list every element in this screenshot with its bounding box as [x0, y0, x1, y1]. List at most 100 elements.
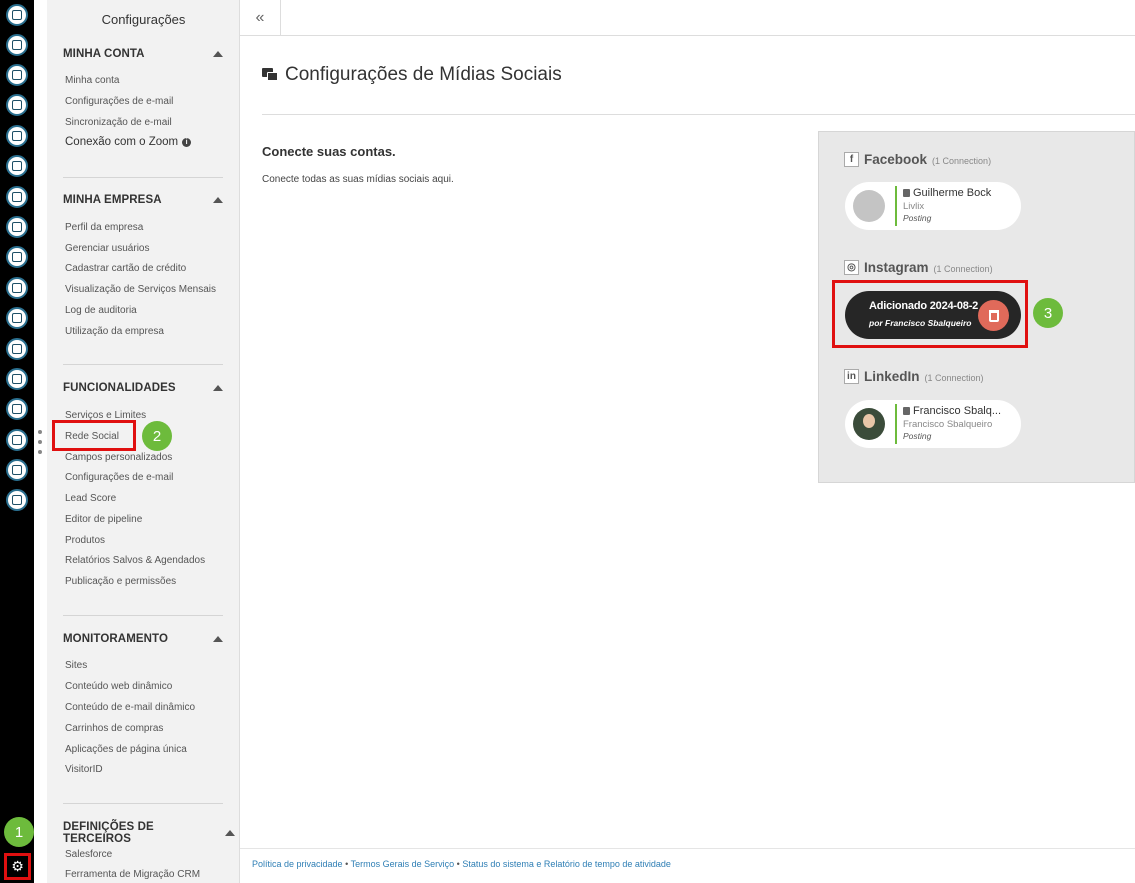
nav-configuracoes-email-2[interactable]: Configurações de e-mail	[65, 472, 173, 483]
separator: •	[345, 859, 349, 869]
nav-salesforce[interactable]: Salesforce	[65, 849, 112, 860]
terms-link[interactable]: Termos Gerais de Serviço	[351, 859, 455, 869]
collapse-caret-icon[interactable]	[213, 197, 223, 203]
nav-conteudo-email[interactable]: Conteúdo de e-mail dinâmico	[65, 702, 195, 713]
status-bar	[895, 186, 897, 226]
connection-status: Posting	[903, 213, 932, 223]
status-bar	[895, 404, 897, 444]
network-name[interactable]: LinkedIn	[864, 369, 920, 384]
divider	[63, 177, 223, 178]
network-name[interactable]: Instagram	[864, 260, 929, 275]
collapse-caret-icon[interactable]	[225, 830, 235, 836]
flow-icon[interactable]	[6, 125, 28, 147]
connect-title: Conecte suas contas.	[262, 144, 396, 159]
thumbs-up-icon[interactable]	[6, 246, 28, 268]
bookmark-icon	[903, 189, 910, 197]
images-icon[interactable]	[6, 277, 28, 299]
nav-minha-conta[interactable]: Minha conta	[65, 75, 119, 86]
section-minha-empresa[interactable]: MINHA EMPRESA	[63, 194, 223, 206]
section-minha-conta[interactable]: MINHA CONTA	[63, 48, 223, 60]
collapse-caret-icon[interactable]	[213, 636, 223, 642]
nav-migracao-crm[interactable]: Ferramenta de Migração CRM	[65, 869, 200, 880]
nav-aplicacoes-pagina-unica[interactable]: Aplicações de página única	[65, 744, 187, 755]
nav-publicacao-permissoes[interactable]: Publicação e permissões	[65, 576, 176, 587]
status-link[interactable]: Status do sistema e Relatório de tempo d…	[462, 859, 671, 869]
collapse-caret-icon[interactable]	[213, 51, 223, 57]
map-icon[interactable]	[6, 94, 28, 116]
highlight-instagram	[832, 280, 1028, 348]
connection-org: Livlix	[903, 201, 925, 212]
avatar	[853, 190, 885, 222]
nav-conteudo-web[interactable]: Conteúdo web dinâmico	[65, 681, 172, 692]
privacy-link[interactable]: Política de privacidade	[252, 859, 343, 869]
connection-name-text: Francisco Sbalq...	[913, 405, 1002, 417]
list-icon[interactable]	[6, 155, 28, 177]
collapse-sidebar-button[interactable]: «	[240, 0, 281, 36]
step-badge-3: 3	[1033, 298, 1063, 328]
connection-count: (1 Connection)	[933, 264, 993, 274]
instagram-icon[interactable]: ◎	[844, 260, 859, 275]
add-user-icon[interactable]	[6, 429, 28, 451]
separator: •	[456, 859, 460, 869]
nav-carrinhos[interactable]: Carrinhos de compras	[65, 723, 163, 734]
nav-servicos-mensais[interactable]: Visualização de Serviços Mensais	[65, 284, 216, 295]
trend-icon[interactable]	[6, 368, 28, 390]
linkedin-icon[interactable]: in	[844, 369, 859, 384]
nav-relatorios-salvos[interactable]: Relatórios Salvos & Agendados	[65, 555, 205, 566]
section-definicoes-terceiros[interactable]: DEFINIÇÕES DE TERCEIROS	[63, 821, 235, 845]
nav-sites[interactable]: Sites	[65, 660, 87, 671]
facebook-icon[interactable]: f	[844, 152, 859, 167]
facebook-connection-card[interactable]: Guilherme Bock Livlix Posting	[845, 182, 1021, 230]
person-icon	[903, 407, 910, 415]
section-heading: MONITORAMENTO	[63, 633, 169, 645]
nav-cadastrar-cartao[interactable]: Cadastrar cartão de crédito	[65, 263, 186, 274]
nav-sincronizacao-email[interactable]: Sincronização de e-mail	[65, 117, 172, 128]
section-monitoramento[interactable]: MONITORAMENTO	[63, 633, 223, 645]
section-funcionalidades[interactable]: FUNCIONALIDADES	[63, 382, 223, 394]
nav-lead-score[interactable]: Lead Score	[65, 493, 116, 504]
footer-links: Política de privacidade • Termos Gerais …	[252, 859, 671, 869]
handshake-icon[interactable]	[6, 338, 28, 360]
plugin-icon[interactable]	[6, 489, 28, 511]
nav-log-auditoria[interactable]: Log de auditoria	[65, 305, 137, 316]
page-title: Configurações de Mídias Sociais	[262, 64, 562, 86]
megaphone-icon[interactable]	[6, 186, 28, 208]
face-icon[interactable]	[6, 216, 28, 238]
nav-configuracoes-email[interactable]: Configurações de e-mail	[65, 96, 173, 107]
support-icon[interactable]	[6, 398, 28, 420]
nav-conexao-zoom[interactable]: Conexão com o Zoom i	[65, 136, 192, 148]
info-icon[interactable]: i	[182, 137, 192, 147]
nav-utilizacao-empresa[interactable]: Utilização da empresa	[65, 326, 164, 337]
rail-resize-handle[interactable]	[37, 430, 43, 454]
bar-chart-icon[interactable]	[6, 459, 28, 481]
sidebar-title: Configurações	[101, 12, 186, 27]
collapse-caret-icon[interactable]	[213, 385, 223, 391]
nav-visitorid[interactable]: VisitorID	[65, 764, 103, 775]
connection-name: Guilherme Bock	[903, 187, 991, 199]
calendar-icon[interactable]	[6, 307, 28, 329]
nav-produtos[interactable]: Produtos	[65, 535, 105, 546]
nav-perfil-empresa[interactable]: Perfil da empresa	[65, 222, 143, 233]
nav-editor-pipeline[interactable]: Editor de pipeline	[65, 514, 142, 525]
section-heading: FUNCIONALIDADES	[63, 382, 176, 394]
connection-count: (1 Connection)	[924, 373, 984, 383]
divider	[63, 615, 223, 616]
linkedin-connection-card[interactable]: Francisco Sbalq... Francisco Sbalqueiro …	[845, 400, 1021, 448]
network-name[interactable]: Facebook	[864, 152, 927, 167]
page-title-text: Configurações de Mídias Sociais	[285, 64, 562, 85]
nav-campos-personalizados[interactable]: Campos personalizados	[65, 452, 172, 463]
connection-status: Posting	[903, 431, 932, 441]
gear-icon[interactable]: ⚙	[4, 853, 31, 880]
top-bar: «	[240, 0, 1135, 36]
clipboard-icon[interactable]	[6, 64, 28, 86]
icon-rail: ⚙	[0, 0, 34, 883]
avatar	[853, 408, 885, 440]
connect-subtitle: Conecte todas as suas mídias sociais aqu…	[262, 174, 454, 185]
contacts-icon[interactable]	[6, 4, 28, 26]
inbox-icon[interactable]	[6, 34, 28, 56]
nav-gerenciar-usuarios[interactable]: Gerenciar usuários	[65, 243, 149, 254]
section-heading: DEFINIÇÕES DE TERCEIROS	[63, 821, 154, 845]
step-badge-2: 2	[142, 421, 172, 451]
connection-org: Francisco Sbalqueiro	[903, 419, 993, 430]
instagram-header: ◎ Instagram (1 Connection)	[844, 260, 993, 275]
